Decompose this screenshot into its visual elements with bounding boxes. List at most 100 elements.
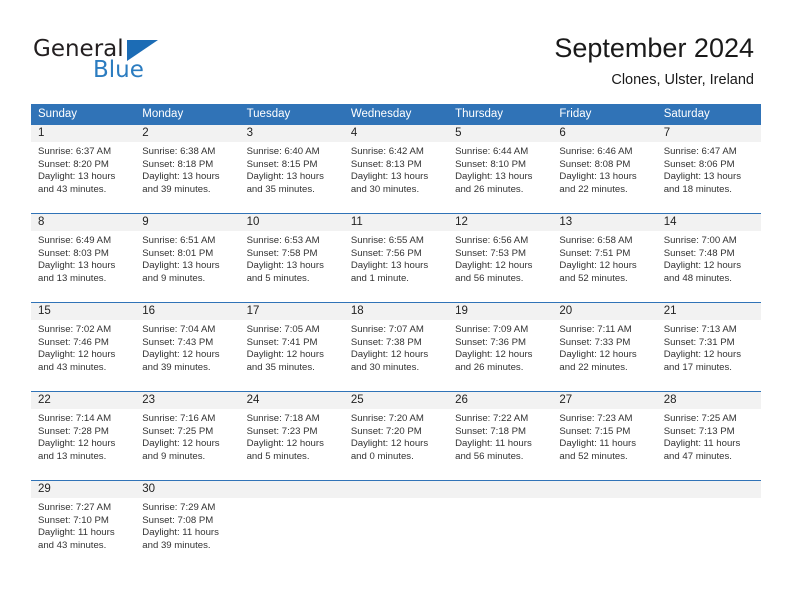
page-header: General Blue September 2024 Clones, Ulst…	[0, 0, 792, 104]
day-cell[interactable]: 23 Sunrise: 7:16 AM Sunset: 7:25 PM Dayl…	[135, 392, 240, 480]
day-cell[interactable]: 4 Sunrise: 6:42 AM Sunset: 8:13 PM Dayli…	[343, 125, 449, 213]
daylight-text-line2: and 39 minutes.	[142, 361, 211, 373]
day-cell[interactable]: 13 Sunrise: 6:58 AM Sunset: 7:51 PM Dayl…	[552, 214, 657, 302]
day-cell[interactable]: 9 Sunrise: 6:51 AM Sunset: 8:01 PM Dayli…	[135, 214, 240, 302]
daylight-text-line2: and 17 minutes.	[663, 361, 732, 373]
day-cell[interactable]: 8 Sunrise: 6:49 AM Sunset: 8:03 PM Dayli…	[31, 214, 136, 302]
day-cell[interactable]: 20 Sunrise: 7:11 AM Sunset: 7:33 PM Dayl…	[552, 303, 657, 391]
sunset-text: Sunset: 8:10 PM	[455, 158, 527, 170]
sunrise-text: Sunrise: 7:02 AM	[38, 324, 112, 335]
day-cell[interactable]: 12 Sunrise: 6:56 AM Sunset: 7:53 PM Dayl…	[448, 214, 553, 302]
day-cell[interactable]: 17 Sunrise: 7:05 AM Sunset: 7:41 PM Dayl…	[239, 303, 344, 391]
day-details: Sunrise: 6:37 AM Sunset: 8:20 PM Dayligh…	[31, 142, 135, 196]
sunrise-text: Sunrise: 6:58 AM	[559, 235, 633, 246]
logo-text-blue: Blue	[93, 57, 144, 83]
day-cell[interactable]: 15 Sunrise: 7:02 AM Sunset: 7:46 PM Dayl…	[31, 303, 136, 391]
day-cell[interactable]: 1 Sunrise: 6:37 AM Sunset: 8:20 PM Dayli…	[31, 125, 136, 213]
daylight-text-line2: and 22 minutes.	[559, 183, 628, 195]
daylight-text-line1: Daylight: 12 hours	[559, 260, 637, 272]
week-row: 29 Sunrise: 7:27 AM Sunset: 7:10 PM Dayl…	[31, 480, 761, 569]
daylight-text-line1: Daylight: 12 hours	[142, 438, 220, 450]
day-number: 30	[135, 481, 240, 498]
day-cell[interactable]: 25 Sunrise: 7:20 AM Sunset: 7:20 PM Dayl…	[343, 392, 449, 480]
weekday-wednesday: Wednesday	[350, 108, 412, 120]
day-number: 25	[343, 392, 449, 409]
day-cell[interactable]: 27 Sunrise: 7:23 AM Sunset: 7:15 PM Dayl…	[552, 392, 657, 480]
day-details: Sunrise: 6:56 AM Sunset: 7:53 PM Dayligh…	[448, 231, 552, 285]
sunrise-text: Sunrise: 6:38 AM	[142, 146, 216, 157]
day-cell[interactable]: 11 Sunrise: 6:55 AM Sunset: 7:56 PM Dayl…	[343, 214, 449, 302]
day-cell[interactable]: 7 Sunrise: 6:47 AM Sunset: 8:06 PM Dayli…	[656, 125, 761, 213]
sunrise-text: Sunrise: 7:25 AM	[663, 413, 737, 424]
day-cell[interactable]: 2 Sunrise: 6:38 AM Sunset: 8:18 PM Dayli…	[135, 125, 240, 213]
day-details: Sunrise: 7:18 AM Sunset: 7:23 PM Dayligh…	[240, 409, 344, 463]
day-cell[interactable]: 18 Sunrise: 7:07 AM Sunset: 7:38 PM Dayl…	[343, 303, 449, 391]
day-cell[interactable]: 6 Sunrise: 6:46 AM Sunset: 8:08 PM Dayli…	[552, 125, 657, 213]
sunrise-text: Sunrise: 7:13 AM	[663, 324, 737, 335]
day-number: 15	[31, 303, 136, 320]
sunset-text: Sunset: 7:36 PM	[455, 336, 527, 348]
daylight-text-line1: Daylight: 12 hours	[663, 349, 742, 361]
sunrise-text: Sunrise: 6:51 AM	[142, 235, 216, 246]
daylight-text-line1: Daylight: 12 hours	[246, 349, 324, 361]
sunset-text: Sunset: 7:28 PM	[38, 425, 109, 437]
sunrise-text: Sunrise: 7:22 AM	[455, 413, 529, 424]
sunset-text: Sunset: 7:48 PM	[663, 247, 735, 259]
general-blue-logo[interactable]: General Blue	[33, 36, 263, 92]
day-cell[interactable]: 26 Sunrise: 7:22 AM Sunset: 7:18 PM Dayl…	[448, 392, 553, 480]
sunrise-text: Sunrise: 7:04 AM	[142, 324, 216, 335]
daylight-text-line2: and 13 minutes.	[38, 450, 107, 462]
week-row: 15 Sunrise: 7:02 AM Sunset: 7:46 PM Dayl…	[31, 302, 761, 391]
day-cell[interactable]: 22 Sunrise: 7:14 AM Sunset: 7:28 PM Dayl…	[31, 392, 136, 480]
daylight-text-line2: and 56 minutes.	[455, 272, 524, 284]
day-details: Sunrise: 7:25 AM Sunset: 7:13 PM Dayligh…	[657, 409, 761, 463]
sunset-text: Sunset: 8:03 PM	[38, 247, 109, 259]
day-details: Sunrise: 7:00 AM Sunset: 7:48 PM Dayligh…	[657, 231, 761, 285]
day-number: 20	[552, 303, 657, 320]
day-cell[interactable]: 5 Sunrise: 6:44 AM Sunset: 8:10 PM Dayli…	[448, 125, 553, 213]
day-details: Sunrise: 7:23 AM Sunset: 7:15 PM Dayligh…	[552, 409, 656, 463]
day-number: 4	[343, 125, 449, 142]
daylight-text-line1: Daylight: 12 hours	[38, 438, 116, 450]
daylight-text-line2: and 30 minutes.	[350, 361, 420, 373]
weekday-monday: Monday	[142, 108, 184, 120]
day-cell[interactable]: 29 Sunrise: 7:27 AM Sunset: 7:10 PM Dayl…	[31, 481, 136, 569]
day-details: Sunrise: 7:11 AM Sunset: 7:33 PM Dayligh…	[552, 320, 656, 374]
day-details: Sunrise: 6:46 AM Sunset: 8:08 PM Dayligh…	[552, 142, 656, 196]
sunrise-text: Sunrise: 6:56 AM	[455, 235, 529, 246]
daylight-text-line2: and 26 minutes.	[455, 361, 524, 373]
sunset-text: Sunset: 8:06 PM	[663, 158, 735, 170]
day-cell[interactable]: 14 Sunrise: 7:00 AM Sunset: 7:48 PM Dayl…	[656, 214, 761, 302]
day-number: 21	[656, 303, 761, 320]
day-details: Sunrise: 6:49 AM Sunset: 8:03 PM Dayligh…	[31, 231, 135, 285]
daylight-text-line1: Daylight: 12 hours	[455, 260, 533, 272]
daylight-text-line1: Daylight: 13 hours	[350, 171, 429, 183]
day-number: 28	[656, 392, 761, 409]
day-details: Sunrise: 6:47 AM Sunset: 8:06 PM Dayligh…	[657, 142, 761, 196]
day-number: 7	[656, 125, 761, 142]
day-cell[interactable]: 10 Sunrise: 6:53 AM Sunset: 7:58 PM Dayl…	[239, 214, 344, 302]
daylight-text-line1: Daylight: 12 hours	[350, 349, 429, 361]
sunset-text: Sunset: 7:56 PM	[350, 247, 422, 259]
day-cell[interactable]: 21 Sunrise: 7:13 AM Sunset: 7:31 PM Dayl…	[656, 303, 761, 391]
daylight-text-line1: Daylight: 11 hours	[455, 438, 532, 450]
day-number	[239, 481, 344, 498]
daylight-text-line1: Daylight: 13 hours	[350, 260, 429, 272]
day-cell[interactable]: 28 Sunrise: 7:25 AM Sunset: 7:13 PM Dayl…	[656, 392, 761, 480]
daylight-text-line1: Daylight: 12 hours	[38, 349, 116, 361]
day-cell[interactable]: 24 Sunrise: 7:18 AM Sunset: 7:23 PM Dayl…	[239, 392, 344, 480]
sunrise-text: Sunrise: 6:47 AM	[663, 146, 737, 157]
day-cell[interactable]: 3 Sunrise: 6:40 AM Sunset: 8:15 PM Dayli…	[239, 125, 344, 213]
day-cell[interactable]: 30 Sunrise: 7:29 AM Sunset: 7:08 PM Dayl…	[135, 481, 240, 569]
day-cell[interactable]: 16 Sunrise: 7:04 AM Sunset: 7:43 PM Dayl…	[135, 303, 240, 391]
day-number	[448, 481, 553, 498]
weekday-saturday: Saturday	[663, 108, 710, 120]
daylight-text-line2: and 0 minutes.	[350, 450, 414, 462]
location-subtitle: Clones, Ulster, Ireland	[611, 72, 754, 88]
daylight-text-line2: and 43 minutes.	[38, 183, 107, 195]
daylight-text-line1: Daylight: 13 hours	[559, 171, 637, 183]
sunset-text: Sunset: 7:31 PM	[663, 336, 735, 348]
weekday-friday: Friday	[559, 108, 592, 120]
week-row: 1 Sunrise: 6:37 AM Sunset: 8:20 PM Dayli…	[31, 124, 761, 213]
day-cell[interactable]: 19 Sunrise: 7:09 AM Sunset: 7:36 PM Dayl…	[448, 303, 553, 391]
